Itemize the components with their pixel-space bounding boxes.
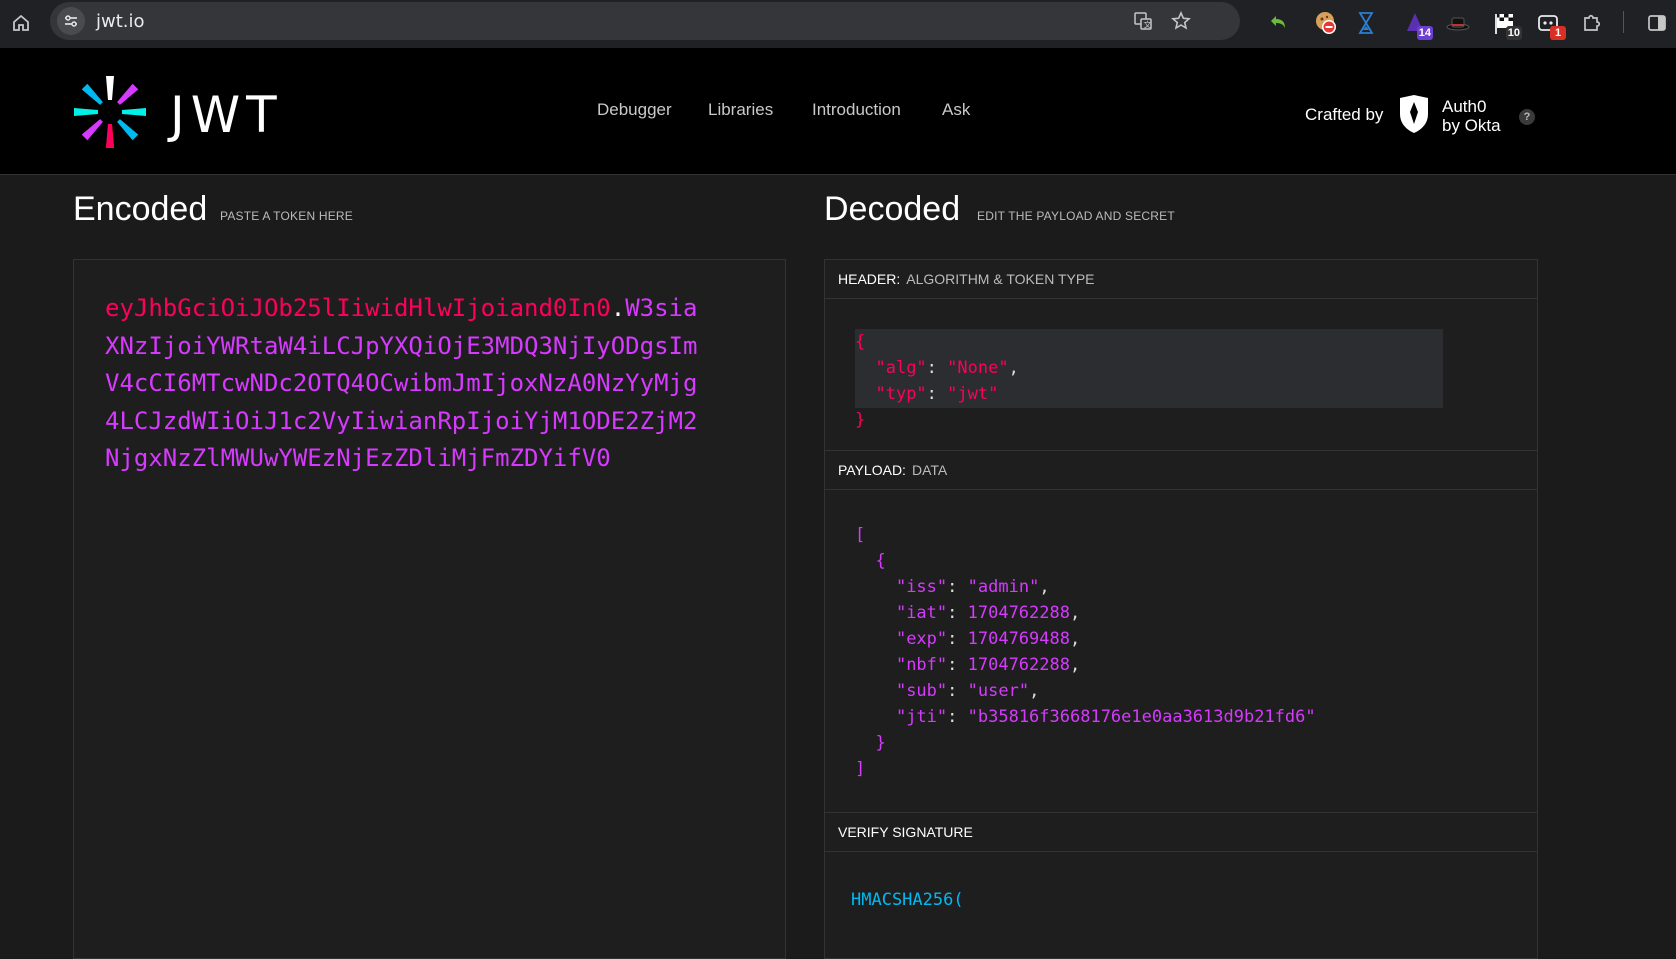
nav-libraries[interactable]: Libraries bbox=[708, 100, 773, 120]
json-value-jti: "b35816f3668176e1e0aa3613d9b21fd6" bbox=[967, 707, 1316, 727]
jwt-flower-icon bbox=[74, 76, 146, 148]
payload-section-title: PAYLOAD: DATA bbox=[825, 451, 1537, 490]
hmac-function: HMACSHA256( bbox=[851, 890, 964, 910]
header-json[interactable]: { "alg": "None", "typ": "jwt" } bbox=[855, 329, 1019, 433]
extension-badge: 10 bbox=[1505, 26, 1522, 40]
puzzle-extensions-icon[interactable] bbox=[1576, 8, 1608, 38]
toolbar-divider bbox=[1623, 11, 1624, 33]
hourglass-extension-icon[interactable] bbox=[1350, 8, 1382, 38]
nbf-value: 1704762288 bbox=[967, 655, 1070, 675]
auth0-shield-icon[interactable] bbox=[1397, 94, 1431, 134]
encoded-title: Encoded bbox=[73, 190, 208, 228]
flag-extension-icon[interactable]: 10 bbox=[1488, 8, 1522, 40]
iat-value: 1704762288 bbox=[967, 603, 1070, 623]
encoded-token-editor[interactable]: eyJhbGciOiJOb25lIiwidHlwIjoiand0In0.W3si… bbox=[73, 259, 786, 959]
json-colon: : bbox=[947, 577, 968, 597]
json-brace: } bbox=[875, 733, 886, 753]
payload-section-label: PAYLOAD: bbox=[838, 462, 906, 478]
json-comma: , bbox=[1029, 681, 1040, 701]
json-colon: : bbox=[947, 603, 968, 623]
json-bracket: ] bbox=[855, 759, 866, 779]
verify-section-label: VERIFY SIGNATURE bbox=[838, 824, 973, 840]
side-panel-icon[interactable] bbox=[1641, 8, 1673, 38]
header-section-title: HEADER: ALGORITHM & TOKEN TYPE bbox=[825, 260, 1537, 299]
extension-badge: 1 bbox=[1550, 26, 1566, 40]
sub-value: user bbox=[977, 681, 1019, 701]
nav-debugger[interactable]: Debugger bbox=[597, 100, 672, 120]
exp-value: 1704769488 bbox=[967, 629, 1070, 649]
jti-value: b35816f3668176e1e0aa3613d9b21fd6 bbox=[977, 707, 1306, 727]
decoded-panel: HEADER: ALGORITHM & TOKEN TYPE { "alg": "… bbox=[824, 259, 1538, 959]
json-key-nbf: "nbf" bbox=[895, 655, 948, 675]
home-icon[interactable] bbox=[6, 8, 36, 38]
svg-text:JWT: JWT bbox=[167, 86, 283, 144]
json-key-iss: "iss" bbox=[895, 577, 948, 597]
help-icon[interactable]: ? bbox=[1519, 109, 1535, 125]
bookmark-star-icon[interactable] bbox=[1170, 10, 1192, 32]
json-comma: , bbox=[1069, 655, 1081, 675]
auth0-line1: Auth0 bbox=[1442, 97, 1487, 116]
json-colon: : bbox=[926, 384, 948, 404]
typ-value: jwt bbox=[957, 384, 989, 404]
json-key-jti: "jti" bbox=[895, 707, 948, 727]
token-separator: . bbox=[610, 294, 626, 322]
alg-value: None bbox=[957, 358, 999, 378]
json-key-exp: "exp" bbox=[895, 629, 948, 649]
json-colon: : bbox=[947, 655, 968, 675]
json-key-alg: "alg" bbox=[875, 358, 927, 378]
encoded-subtitle: PASTE A TOKEN HERE bbox=[220, 209, 353, 223]
verify-code[interactable]: HMACSHA256( bbox=[851, 887, 964, 913]
nav-introduction[interactable]: Introduction bbox=[812, 100, 901, 120]
json-colon: : bbox=[947, 681, 968, 701]
cookie-extension-icon[interactable] bbox=[1310, 8, 1342, 38]
json-brace: { bbox=[875, 551, 886, 571]
json-value-typ: "jwt" bbox=[947, 384, 999, 404]
wizard-hat-extension-icon[interactable]: 14 bbox=[1399, 8, 1433, 40]
json-comma: , bbox=[1008, 358, 1019, 378]
json-brace: } bbox=[855, 410, 866, 430]
bot-extension-icon[interactable]: 1 bbox=[1532, 8, 1566, 40]
token-header-part: eyJhbGciOiJOb25lIiwidHlwIjoiand0In0 bbox=[105, 294, 611, 322]
url-text[interactable]: jwt.io bbox=[96, 11, 145, 32]
browser-toolbar: jwt.io 文 14 10 1 bbox=[0, 0, 1676, 48]
verify-section-title: VERIFY SIGNATURE bbox=[825, 813, 1537, 852]
address-bar[interactable]: jwt.io 文 bbox=[50, 2, 1240, 40]
iss-value: admin bbox=[977, 577, 1030, 597]
site-info-icon[interactable] bbox=[57, 7, 85, 35]
header-section-sub: ALGORITHM & TOKEN TYPE bbox=[906, 271, 1095, 287]
auth0-link[interactable]: Auth0 by Okta bbox=[1442, 97, 1501, 135]
crafted-by-label: Crafted by bbox=[1305, 105, 1384, 124]
json-comma: , bbox=[1069, 603, 1081, 623]
translate-icon[interactable]: 文 bbox=[1132, 10, 1154, 32]
decoded-title: Decoded bbox=[824, 190, 961, 228]
json-key-iat: "iat" bbox=[895, 603, 948, 623]
payload-json[interactable]: [ { "iss": "admin", "iat": 1704762288, "… bbox=[855, 522, 1316, 782]
svg-text:文: 文 bbox=[1144, 20, 1152, 30]
header-section-label: HEADER: bbox=[838, 271, 901, 287]
decoded-subtitle: EDIT THE PAYLOAD AND SECRET bbox=[977, 209, 1175, 223]
undo-arrow-icon[interactable] bbox=[1262, 8, 1294, 38]
jwt-logo[interactable]: JWT bbox=[72, 74, 302, 150]
json-brace: { bbox=[855, 332, 866, 352]
json-value-sub: "user" bbox=[967, 681, 1030, 701]
payload-section-sub: DATA bbox=[911, 462, 948, 478]
token-text[interactable]: eyJhbGciOiJOb25lIiwidHlwIjoiand0In0.W3si… bbox=[105, 290, 705, 478]
json-comma: , bbox=[1039, 577, 1050, 597]
hat-extension-icon[interactable] bbox=[1442, 8, 1474, 38]
json-value-alg: "None" bbox=[947, 358, 1009, 378]
json-colon: : bbox=[947, 629, 968, 649]
json-key-sub: "sub" bbox=[895, 681, 948, 701]
json-value-iss: "admin" bbox=[967, 577, 1040, 597]
auth0-line2: by Okta bbox=[1442, 116, 1501, 135]
json-key-typ: "typ" bbox=[875, 384, 927, 404]
json-colon: : bbox=[947, 707, 968, 727]
json-colon: : bbox=[926, 358, 948, 378]
extension-badge: 14 bbox=[1416, 26, 1433, 40]
site-header: JWT Debugger Libraries Introduction Ask … bbox=[0, 48, 1676, 175]
json-comma: , bbox=[1069, 629, 1081, 649]
nav-ask[interactable]: Ask bbox=[942, 100, 970, 120]
json-bracket: [ bbox=[855, 525, 866, 545]
